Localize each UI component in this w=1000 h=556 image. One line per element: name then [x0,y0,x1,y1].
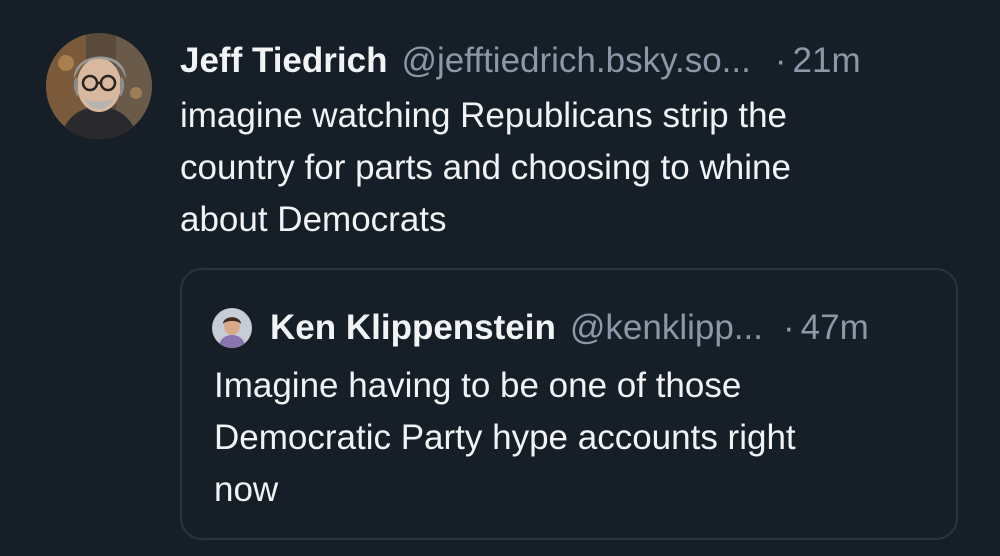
quote-author-handle[interactable]: @kenklipp... [570,304,763,352]
quote-header: Ken Klippenstein @kenklipp... · 47m [270,304,940,352]
quote-timestamp[interactable]: 47m [801,304,869,352]
quote-author-name[interactable]: Ken Klippenstein [270,304,556,352]
post-text: imagine watching Republicans strip the c… [180,96,791,239]
author-avatar[interactable] [46,33,152,139]
quote-meta-separator: · [783,308,795,347]
person-avatar-icon [212,308,252,348]
post-header: Jeff Tiedrich @jefftiedrich.bsky.so... ·… [180,36,970,86]
author-name[interactable]: Jeff Tiedrich [180,36,387,86]
post-timestamp[interactable]: 21m [793,36,861,86]
post[interactable]: Jeff Tiedrich @jefftiedrich.bsky.so... ·… [0,0,1000,556]
quoted-post[interactable]: Ken Klippenstein @kenklipp... · 47m Imag… [180,268,958,540]
meta-separator: · [774,41,787,80]
quote-author-avatar[interactable] [212,308,252,348]
person-avatar-icon [46,33,152,139]
quote-text: Imagine having to be one of those Democr… [214,366,796,509]
author-handle[interactable]: @jefftiedrich.bsky.so... [401,36,750,86]
